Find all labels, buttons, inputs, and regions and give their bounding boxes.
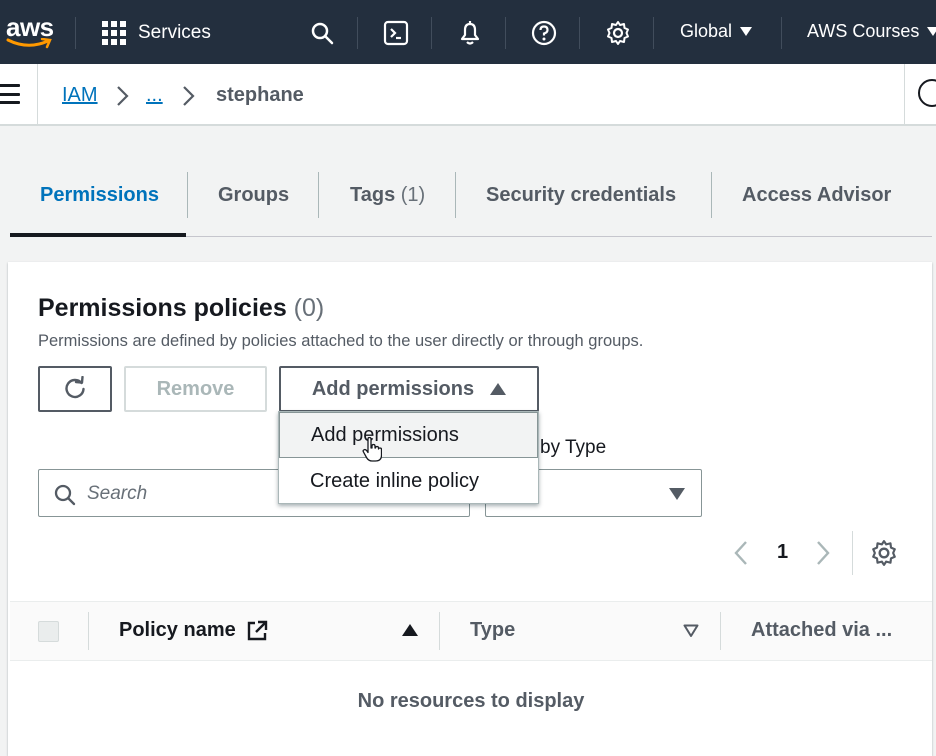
nav-divider <box>357 17 358 49</box>
caret-up-icon <box>490 383 507 395</box>
caret-down-icon <box>927 27 936 36</box>
tab-permissions[interactable]: Permissions <box>40 184 159 207</box>
search-icon[interactable] <box>307 18 337 48</box>
apps-grid-icon <box>102 21 126 45</box>
gear-icon[interactable] <box>603 18 633 48</box>
chevron-right-icon <box>183 86 195 106</box>
aws-logo[interactable]: aws <box>4 10 56 54</box>
nav-divider <box>75 17 76 49</box>
search-icon <box>54 484 76 506</box>
chevron-right-icon <box>117 86 129 106</box>
breadcrumb-bar: IAM ... stephane <box>0 64 936 126</box>
pagination-divider <box>852 531 853 575</box>
nav-divider <box>579 17 580 49</box>
panel-title-text: Permissions policies <box>38 294 287 322</box>
panel-title-count: (0) <box>293 294 325 322</box>
external-link-icon <box>247 620 268 641</box>
empty-table-message: No resources to display <box>357 690 585 712</box>
cloudshell-icon[interactable] <box>381 18 411 48</box>
menu-item-add-permissions[interactable]: Add permissions <box>279 412 538 458</box>
menu-icon[interactable] <box>0 84 20 104</box>
tab-tags[interactable]: Tags (1) <box>350 184 425 207</box>
tab-access-advisor[interactable]: Access Advisor <box>742 184 891 207</box>
tab-divider <box>455 172 456 218</box>
tab-divider <box>187 172 188 218</box>
column-header-policy-name[interactable]: Policy name <box>119 619 236 642</box>
remove-button[interactable]: Remove <box>124 366 267 412</box>
select-all-checkbox[interactable] <box>38 621 59 642</box>
services-menu[interactable]: Services <box>102 18 211 48</box>
region-selector[interactable]: Global <box>680 21 753 42</box>
add-permissions-button[interactable]: Add permissions <box>279 366 539 412</box>
column-divider <box>439 612 440 650</box>
refresh-icon <box>65 376 85 399</box>
add-permissions-menu: Add permissions Create inline policy <box>278 411 539 504</box>
tab-security-credentials[interactable]: Security credentials <box>486 184 676 207</box>
breadcrumb-ellipsis[interactable]: ... <box>146 84 163 107</box>
column-divider <box>88 612 89 650</box>
account-label: AWS Courses <box>807 21 920 41</box>
nav-divider <box>653 17 654 49</box>
add-permissions-label: Add permissions <box>311 377 475 400</box>
filter-type-label: by Type <box>540 437 607 458</box>
panel-description: Permissions are defined by policies atta… <box>38 332 644 350</box>
column-header-attached-via[interactable]: Attached via ... <box>751 619 892 642</box>
caret-down-icon <box>740 27 753 36</box>
services-label: Services <box>138 22 211 43</box>
divider <box>37 64 38 126</box>
active-tab-indicator <box>10 233 186 237</box>
previous-page-icon[interactable] <box>733 540 749 566</box>
refresh-button[interactable] <box>38 366 112 412</box>
nav-divider <box>431 17 432 49</box>
account-menu[interactable]: AWS Courses <box>807 21 936 42</box>
current-page-number[interactable]: 1 <box>777 541 788 564</box>
bell-icon[interactable] <box>455 18 485 48</box>
panel-title: Permissions policies (0) <box>38 294 324 323</box>
breadcrumb-iam[interactable]: IAM <box>62 84 98 107</box>
tab-tags-count: (1) <box>400 184 426 206</box>
breadcrumb-current: stephane <box>216 84 304 106</box>
column-divider <box>720 612 721 650</box>
region-label: Global <box>680 21 733 41</box>
tab-groups[interactable]: Groups <box>218 184 289 207</box>
tab-tags-label: Tags <box>350 184 396 206</box>
search-placeholder: Search <box>87 483 148 504</box>
next-page-icon[interactable] <box>815 540 831 566</box>
tab-divider <box>711 172 712 218</box>
nav-divider <box>505 17 506 49</box>
preferences-gear-icon[interactable] <box>870 539 898 567</box>
top-navigation: aws Services Global AWS Courses <box>0 0 936 64</box>
sort-ascending-icon[interactable] <box>402 624 418 636</box>
menu-item-create-inline-policy[interactable]: Create inline policy <box>279 458 538 504</box>
divider <box>904 64 905 126</box>
sort-descending-icon[interactable] <box>683 624 699 638</box>
column-header-type[interactable]: Type <box>470 619 515 642</box>
nav-divider <box>781 17 782 49</box>
aws-smile-icon <box>6 38 52 49</box>
caret-down-icon <box>669 488 685 500</box>
help-icon[interactable] <box>529 18 559 48</box>
hand-cursor-icon <box>362 437 382 462</box>
tab-divider <box>318 172 319 218</box>
